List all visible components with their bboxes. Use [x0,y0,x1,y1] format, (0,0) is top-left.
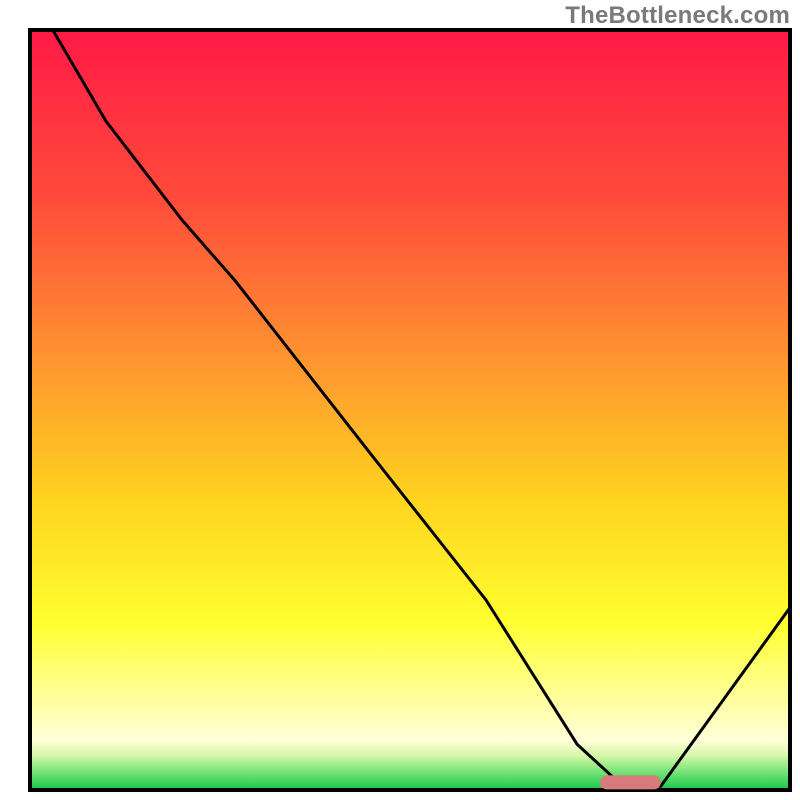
chart-container: TheBottleneck.com [0,0,800,800]
bottleneck-chart [0,0,800,800]
heat-gradient [30,30,790,790]
optimal-range-marker [600,775,661,789]
